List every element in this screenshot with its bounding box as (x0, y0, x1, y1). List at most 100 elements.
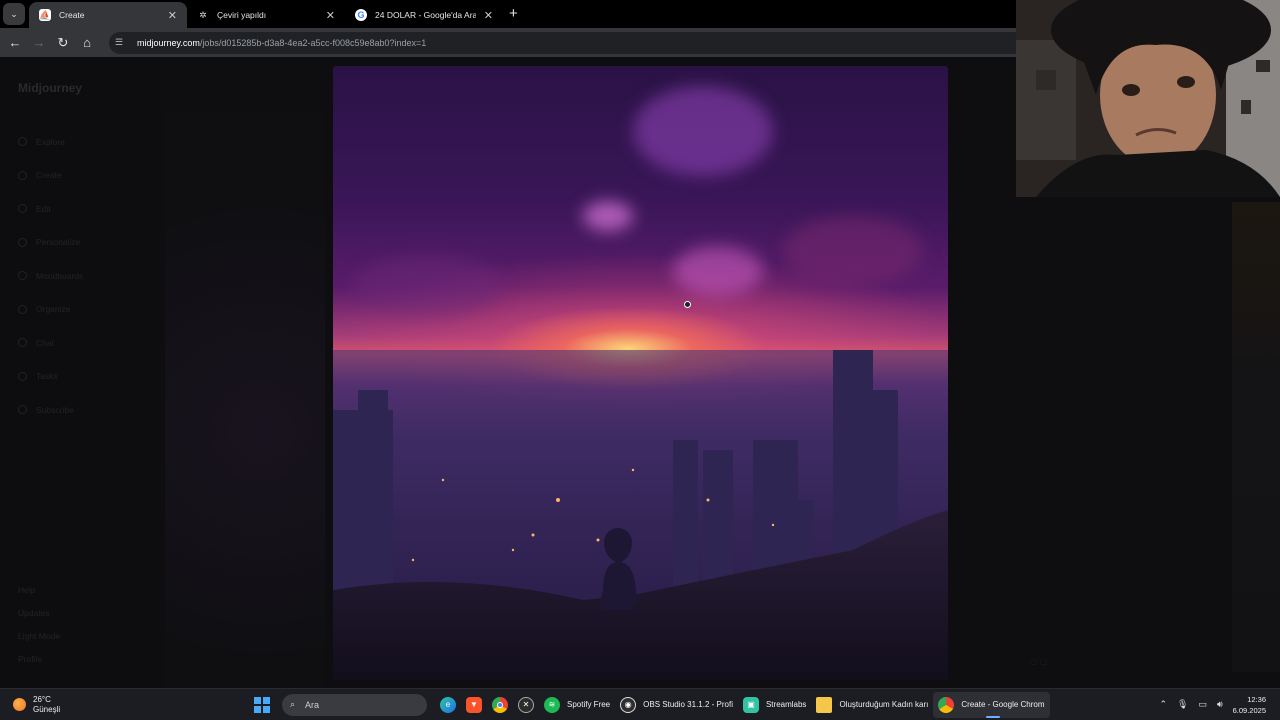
sidebar-item-light-mode[interactable]: Light Mode (18, 624, 60, 647)
sidebar-item-label: Moodboards (36, 270, 84, 281)
cloud-shape (633, 86, 773, 176)
taskbar-search[interactable]: ⌕ Ara (282, 693, 427, 716)
close-icon[interactable]: ✕ (168, 9, 177, 22)
tab-google-search[interactable]: G 24 DOLAR - Google'da Ara ✕ (345, 2, 503, 28)
sidebar-item-personalize[interactable]: Personalize (18, 226, 142, 260)
network-icon[interactable]: ▭ (1198, 699, 1207, 710)
webcam-feed (1016, 0, 1280, 197)
taskbar-brave[interactable]: ▼ (461, 692, 487, 718)
xbox-icon: ✕ (518, 696, 534, 713)
volume-icon[interactable]: 🔊︎ (1217, 699, 1223, 710)
weather-description: Güneşli (33, 704, 61, 714)
sidebar-item-label: Personalize (36, 237, 81, 248)
edit-icon (18, 204, 27, 214)
sidebar-item-updates[interactable]: Updates (18, 601, 60, 624)
google-icon: G (355, 9, 367, 21)
moodboard-icon (18, 271, 27, 281)
system-tray: ⌃ 🎙︎ ▭ 🔊︎ 12:36 6.09.2025 (1159, 694, 1266, 716)
screen: ⌄ ⛵ Create ✕ ✲ Çeviri yapıldı ✕ G 24 DOL… (0, 0, 1280, 720)
back-icon[interactable]: ← (3, 35, 27, 50)
obs-icon: ◉ (620, 696, 637, 713)
streamer-webcam (1016, 0, 1280, 197)
home-icon[interactable]: ⌂ (75, 35, 99, 50)
taskbar-app-label: Streamlabs (765, 700, 807, 709)
tab-search-button[interactable]: ⌄ (3, 3, 25, 25)
logo: Midjourney (18, 81, 83, 95)
sun-icon (13, 698, 26, 711)
tab-title: Çeviri yapıldı (217, 10, 267, 20)
sidebar-item-label: Light Mode (18, 630, 61, 641)
sidebar-item-label: Updates (18, 607, 50, 618)
folder-icon (18, 304, 27, 314)
taskbar-spotify[interactable]: ≋ Spotify Free (539, 692, 615, 718)
sidebar-item-label: Help (18, 584, 36, 595)
clock-time: 12:36 (1247, 694, 1266, 704)
clock-date: 6.09.2025 (1232, 705, 1266, 715)
taskbar-chrome[interactable] (487, 692, 513, 718)
windows-taskbar: 26°C Güneşli ⌕ Ara e ▼ ✕ ≋ Spotify Free ◉… (0, 688, 1280, 720)
tab-create[interactable]: ⛵ Create ✕ (29, 2, 187, 28)
taskbar-edge[interactable]: e (435, 692, 461, 718)
taskbar-file-explorer[interactable]: Oluşturduğum Kadın karı (811, 692, 933, 718)
taskbar-app-label: Spotify Free (567, 700, 611, 709)
address-bar-row: ← → ↻ ⌂ ☰ midjourney.com /jobs/d015285b-… (0, 28, 1016, 57)
compass-icon (18, 137, 27, 147)
tasks-icon (18, 371, 27, 381)
sidebar-item-label: Chat (36, 337, 54, 348)
sidebar-item-explore[interactable]: Explore (18, 125, 142, 159)
sidebar-item-label: Profile (18, 653, 43, 664)
sidebar-item-help[interactable]: Help (18, 578, 60, 601)
cloud-shape (353, 256, 503, 316)
chrome-icon (938, 696, 955, 713)
sidebar-item-organize[interactable]: Organize (18, 293, 142, 327)
folder-icon (816, 696, 833, 713)
sidebar-item-subscribe[interactable]: Subscribe (18, 393, 142, 427)
sidebar-item-label: Explore (36, 136, 65, 147)
generated-image[interactable] (333, 66, 948, 680)
faint-action-button[interactable]: ▢ ▢ (1030, 657, 1047, 666)
sidebar-item-moodboards[interactable]: Moodboards (18, 259, 142, 293)
taskbar-xbox[interactable]: ✕ (513, 692, 539, 718)
reload-icon[interactable]: ↻ (51, 35, 75, 51)
tab-title: Create (59, 10, 85, 20)
weather-widget[interactable]: 26°C Güneşli (13, 695, 223, 715)
search-icon: ⌕ (290, 699, 296, 709)
cloud-shape (673, 246, 763, 296)
chevron-down-icon: ⌄ (10, 8, 18, 19)
city-skyline (333, 350, 948, 680)
forward-icon[interactable]: → (27, 35, 51, 50)
microphone-icon[interactable]: 🎙︎ (1177, 699, 1188, 710)
sidebar-item-tasks[interactable]: Tasks (18, 360, 142, 394)
sidebar-item-label: Edit (36, 203, 51, 214)
sidebar: Midjourney Explore Create Edit Personali… (0, 57, 160, 688)
site-info-icon[interactable]: ☰ (115, 37, 129, 48)
taskbar-app-label: OBS Studio 31.1.2 - Profi (643, 700, 733, 709)
sidebar-bottom: Help Updates Light Mode Profile (18, 578, 60, 670)
sidebar-item-profile[interactable]: Profile (18, 647, 60, 670)
clock[interactable]: 12:36 6.09.2025 (1233, 694, 1266, 716)
taskbar-streamlabs[interactable]: ▣ Streamlabs (738, 692, 811, 718)
background-thumbnail-strip (1232, 202, 1280, 672)
close-icon[interactable]: ✕ (326, 9, 335, 22)
sidebar-item-label: Tasks (36, 371, 58, 382)
sidebar-item-edit[interactable]: Edit (18, 192, 142, 226)
tab-ceviri[interactable]: ✲ Çeviri yapıldı ✕ (187, 2, 345, 28)
sidebar-item-label: Organize (36, 304, 71, 315)
search-placeholder: Ara (305, 699, 320, 710)
taskbar-chrome-window[interactable]: Create - Google Chrom (933, 691, 1050, 718)
windows-start-icon[interactable] (254, 696, 270, 713)
chat-icon (18, 338, 27, 348)
url-field[interactable]: ☰ midjourney.com /jobs/d015285b-d3a8-4ea… (109, 31, 1016, 54)
close-icon[interactable]: ✕ (484, 9, 493, 22)
chevron-up-icon[interactable]: ⌃ (1159, 699, 1167, 710)
cursor-icon (684, 301, 691, 308)
background-thumbnail-panel (165, 112, 325, 688)
sidebar-item-label: Create (36, 170, 62, 181)
weather-temperature: 26°C (33, 694, 51, 704)
personalize-icon (18, 237, 27, 247)
brave-icon: ▼ (466, 696, 482, 713)
new-tab-button[interactable]: + (509, 5, 518, 22)
sidebar-item-create[interactable]: Create (18, 159, 142, 193)
sidebar-item-chat[interactable]: Chat (18, 326, 142, 360)
taskbar-obs[interactable]: ◉ OBS Studio 31.1.2 - Profi (615, 692, 738, 718)
